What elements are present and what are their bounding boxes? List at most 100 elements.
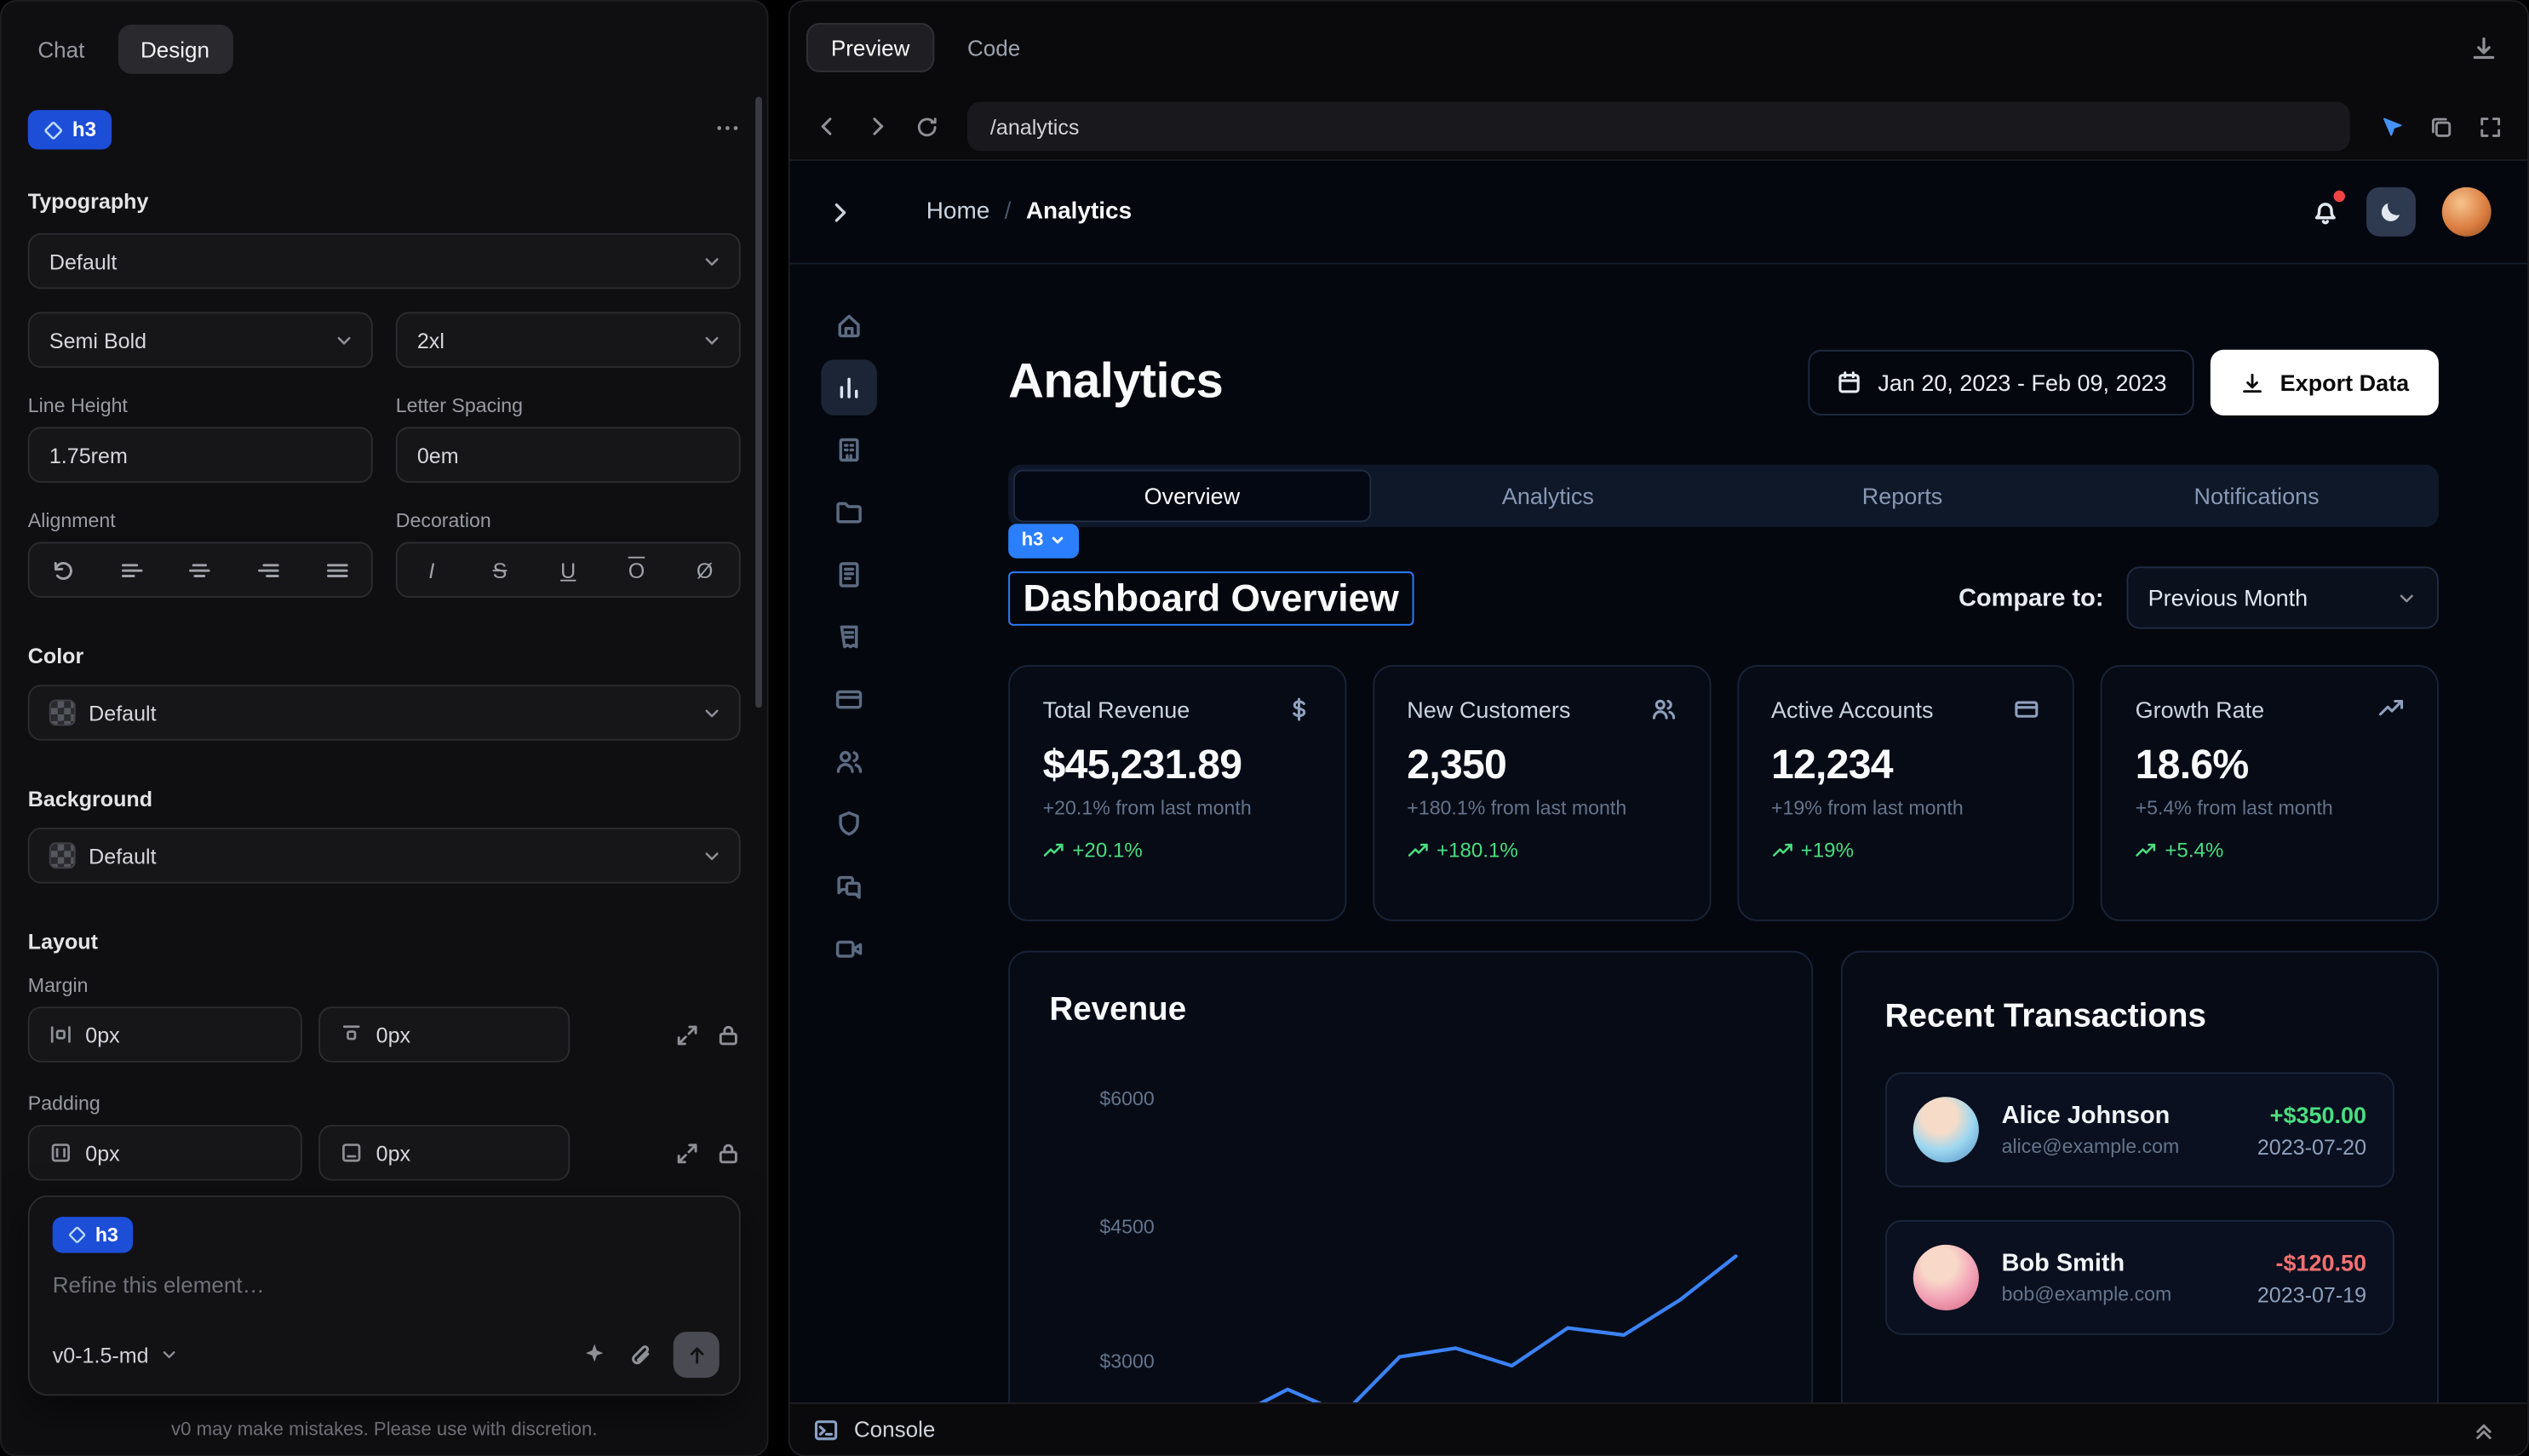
preview-viewport: Home / Analytics (790, 161, 2527, 1402)
back-button[interactable] (806, 105, 849, 147)
italic-button[interactable]: I (398, 543, 466, 596)
selected-element-chip[interactable]: h3 (28, 110, 112, 149)
breadcrumb: Home / Analytics (926, 198, 1132, 225)
margin-lock-button[interactable] (716, 1023, 741, 1047)
attach-file-button[interactable] (628, 1342, 654, 1368)
sidebar-item-video[interactable] (821, 921, 877, 977)
align-right-button[interactable] (234, 543, 302, 596)
breadcrumb-home[interactable]: Home (926, 198, 990, 225)
strikethrough-button[interactable]: S (466, 543, 534, 596)
url-bar[interactable]: /analytics (967, 102, 2350, 152)
italic-icon: I (428, 558, 434, 582)
stat-trend-badge: +19% (1771, 839, 2040, 862)
send-button[interactable] (674, 1332, 720, 1378)
transaction-email: bob@example.com (2002, 1282, 2172, 1305)
align-left-button[interactable] (98, 543, 166, 596)
download-button[interactable] (2462, 26, 2504, 69)
transaction-row[interactable]: Bob Smith bob@example.com -$120.50 2023-… (1885, 1220, 2394, 1335)
transactions-card-title: Recent Transactions (1885, 999, 2394, 1036)
user-avatar[interactable] (2442, 187, 2492, 237)
dashboard-overview-heading[interactable]: Dashboard Overview (1008, 570, 1414, 625)
notifications-button[interactable] (2310, 197, 2340, 226)
font-weight-select[interactable]: Semi Bold (28, 312, 373, 368)
stat-value: 18.6% (2136, 742, 2405, 790)
padding-expand-button[interactable] (675, 1140, 700, 1165)
align-left-icon (120, 558, 145, 582)
tab-analytics[interactable]: Analytics (1371, 470, 1725, 523)
date-range-value: Jan 20, 2023 - Feb 09, 2023 (1878, 370, 2166, 396)
console-icon (813, 1416, 840, 1442)
align-center-icon (188, 558, 213, 582)
page-title: Analytics (1008, 355, 1223, 411)
tab-notifications[interactable]: Notifications (2079, 470, 2434, 523)
chevron-down-icon (701, 702, 722, 723)
fullscreen-button[interactable] (2469, 105, 2511, 147)
font-weight-value: Semi Bold (49, 328, 146, 353)
more-options-button[interactable] (714, 114, 741, 146)
forward-button[interactable] (856, 105, 898, 147)
tab-overview[interactable]: Overview (1013, 470, 1371, 523)
align-justify-button[interactable] (303, 543, 371, 596)
clear-format-button[interactable]: Ø (671, 543, 739, 596)
sidebar-item-messages[interactable] (821, 859, 877, 915)
sidebar-item-invoices[interactable] (821, 609, 877, 665)
model-select[interactable]: v0-1.5-md (53, 1343, 179, 1367)
refresh-button[interactable] (905, 105, 948, 147)
stat-title: New Customers (1407, 696, 1570, 723)
download-icon (2469, 34, 2497, 62)
decoration-group: I S U O Ø (396, 542, 741, 598)
expand-console-button[interactable] (2462, 1408, 2504, 1451)
prompt-input[interactable]: Refine this element… (53, 1273, 716, 1298)
revenue-card-title: Revenue (1049, 992, 1771, 1029)
prompt-element-chip[interactable]: h3 (53, 1217, 134, 1253)
theme-toggle-button[interactable] (2366, 187, 2416, 237)
sidebar-item-notes[interactable] (821, 547, 877, 603)
padding-lock-button[interactable] (716, 1140, 741, 1165)
tab-design[interactable]: Design (118, 25, 232, 74)
date-range-button[interactable]: Jan 20, 2023 - Feb 09, 2023 (1807, 350, 2194, 416)
sidebar-item-organization[interactable] (821, 422, 877, 479)
margin-expand-button[interactable] (675, 1023, 700, 1047)
align-center-button[interactable] (166, 543, 234, 596)
underline-button[interactable]: U (534, 543, 602, 596)
transaction-amount: +$350.00 (2257, 1101, 2366, 1127)
inspect-pointer-button[interactable] (2370, 105, 2412, 147)
line-height-input[interactable]: 1.75rem (28, 427, 373, 483)
overline-button[interactable]: O (602, 543, 670, 596)
copy-frame-button[interactable] (2419, 105, 2462, 147)
undo-button[interactable] (30, 543, 98, 596)
padding-y-input[interactable]: 0px (318, 1125, 570, 1181)
padding-x-input[interactable]: 0px (28, 1125, 302, 1181)
background-select[interactable]: Default (28, 828, 741, 884)
sidebar-item-analytics[interactable] (821, 359, 877, 416)
sidebar-item-security[interactable] (821, 796, 877, 852)
video-icon (834, 934, 864, 964)
color-select[interactable]: Default (28, 685, 741, 741)
folder-icon (834, 497, 864, 527)
stat-trend-badge: +20.1% (1043, 839, 1312, 862)
selection-chip[interactable]: h3 (1008, 523, 1080, 557)
transaction-row[interactable]: Alice Johnson alice@example.com +$350.00… (1885, 1072, 2394, 1187)
tab-preview[interactable]: Preview (806, 23, 934, 72)
sidebar-item-projects[interactable] (821, 484, 877, 541)
compare-value: Previous Month (2148, 585, 2308, 611)
compare-select[interactable]: Previous Month (2126, 566, 2438, 628)
tab-chat[interactable]: Chat (28, 25, 95, 74)
enhance-prompt-button[interactable] (582, 1342, 608, 1368)
tab-reports[interactable]: Reports (1725, 470, 2079, 523)
sidebar-item-home[interactable] (821, 297, 877, 353)
margin-x-input[interactable]: 0px (28, 1006, 302, 1063)
letter-spacing-input[interactable]: 0em (396, 427, 741, 483)
margin-y-input[interactable]: 0px (318, 1006, 570, 1063)
tab-code[interactable]: Code (967, 35, 1020, 60)
font-family-select[interactable]: Default (28, 233, 741, 289)
sidebar-item-users[interactable] (821, 734, 877, 790)
font-size-select[interactable]: 2xl (396, 312, 741, 368)
panel-scrollbar[interactable] (755, 97, 762, 708)
credit-card-icon (2014, 696, 2040, 723)
sidebar-item-payments[interactable] (821, 672, 877, 728)
sidebar-toggle-button[interactable] (826, 198, 854, 226)
stat-value: 2,350 (1407, 742, 1676, 790)
console-bar[interactable]: Console (790, 1402, 2527, 1455)
export-data-button[interactable]: Export Data (2211, 350, 2439, 416)
